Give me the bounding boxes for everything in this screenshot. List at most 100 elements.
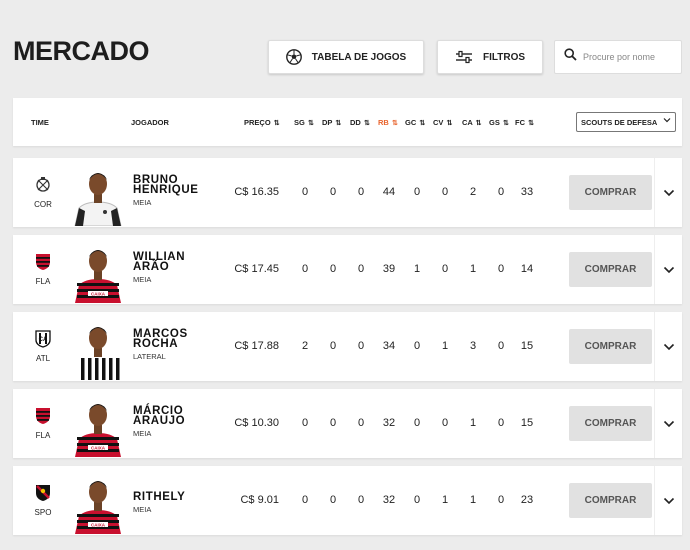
comprar-button[interactable]: COMPRAR	[569, 483, 652, 518]
currency-symbol: C$	[234, 417, 249, 429]
col-rb[interactable]: RB ⇅	[378, 118, 398, 127]
col-gc[interactable]: GC ⇅	[405, 118, 425, 127]
col-dd-label: DD	[350, 118, 361, 127]
team-abbreviation: FLA	[35, 431, 51, 440]
expand-row-button[interactable]	[654, 235, 682, 304]
player-name[interactable]: RITHELY	[133, 491, 185, 503]
stat-ca: 1	[469, 417, 477, 429]
stat-ca: 1	[469, 494, 477, 506]
player-name-line: ARÃO	[133, 261, 170, 273]
scouts-select[interactable]: SCOUTS DE DEFESA	[576, 112, 676, 132]
stat-gc: 0	[413, 417, 421, 429]
comprar-button[interactable]: COMPRAR	[569, 252, 652, 287]
player-price: C$ 10.30	[209, 417, 279, 429]
svg-text:CAIXA: CAIXA	[91, 523, 106, 528]
stat-rb: 44	[382, 186, 396, 198]
stat-cv: 0	[441, 186, 449, 198]
expand-row-button[interactable]	[654, 466, 682, 535]
col-dp[interactable]: DP ⇅	[322, 118, 341, 127]
stat-cv: 1	[441, 340, 449, 352]
stat-rb: 34	[382, 340, 396, 352]
scouts-select-value: SCOUTS DE DEFESA	[581, 117, 658, 127]
player-price: C$ 9.01	[209, 494, 279, 506]
stat-fc: 15	[520, 417, 534, 429]
stat-rb: 32	[382, 417, 396, 429]
col-cv-label: CV	[433, 118, 444, 127]
col-gs-label: GS	[489, 118, 500, 127]
stat-gc: 0	[413, 494, 421, 506]
flamengo-crest-icon	[35, 407, 51, 425]
stat-gc: 0	[413, 340, 421, 352]
player-name-line: HENRIQUE	[133, 184, 199, 196]
col-gs[interactable]: GS ⇅	[489, 118, 509, 127]
stat-cv: 1	[441, 494, 449, 506]
stat-dd: 0	[357, 186, 365, 198]
chevron-down-icon	[663, 492, 675, 510]
svg-text:CAIXA: CAIXA	[91, 446, 106, 451]
col-preco[interactable]: PREÇO ⇅	[244, 118, 280, 127]
col-ca[interactable]: CA ⇅	[462, 118, 482, 127]
player-name[interactable]: BRUNO HENRIQUE	[133, 174, 199, 196]
table-row: FLA CAIXA WILLIAN ARÃO MEIA C$ 17.45 0 0 0 39 1 0 1 0…	[13, 235, 682, 304]
player-name[interactable]: WILLIAN ARÃO	[133, 251, 185, 273]
sliders-icon	[455, 50, 473, 64]
comprar-button[interactable]: COMPRAR	[569, 406, 652, 441]
table-header: TIME JOGADOR PREÇO ⇅ SG ⇅ DP ⇅ DD ⇅ RB ⇅ GC …	[13, 98, 682, 146]
player-name[interactable]: MÁRCIO ARAUJO	[133, 405, 185, 427]
col-fc[interactable]: FC ⇅	[515, 118, 534, 127]
col-sg[interactable]: SG ⇅	[294, 118, 314, 127]
table-row: COR BRUNO HENRIQUE MEIA C$ 16.35 0 0 0 44 0 0 2 0 33 C…	[13, 158, 682, 227]
expand-row-button[interactable]	[654, 158, 682, 227]
search-input[interactable]	[583, 52, 678, 62]
tabela-de-jogos-button[interactable]: TABELA DE JOGOS	[268, 40, 424, 74]
stat-sg: 0	[301, 417, 309, 429]
comprar-button[interactable]: COMPRAR	[569, 329, 652, 364]
stat-ca: 3	[469, 340, 477, 352]
team-abbreviation: FLA	[35, 277, 51, 286]
stat-gc: 1	[413, 263, 421, 275]
player-avatar	[69, 164, 127, 227]
player-avatar: CAIXA	[69, 241, 127, 303]
stat-cv: 0	[441, 263, 449, 275]
stat-sg: 0	[301, 186, 309, 198]
stat-fc: 14	[520, 263, 534, 275]
table-row: CA ATL MARCOS ROCHA LATERAL C$ 17.88 2 0 0 34 0 1 3 0…	[13, 312, 682, 381]
svg-text:CA: CA	[39, 337, 48, 343]
currency-symbol: C$	[234, 186, 249, 198]
price-value: 9.01	[257, 494, 279, 506]
col-fc-label: FC	[515, 118, 525, 127]
player-position: MEIA	[133, 429, 152, 438]
col-dd[interactable]: DD ⇅	[350, 118, 370, 127]
player-position: MEIA	[133, 505, 152, 514]
comprar-button[interactable]: COMPRAR	[569, 175, 652, 210]
expand-row-button[interactable]	[654, 389, 682, 458]
stat-gs: 0	[497, 263, 505, 275]
price-value: 16.35	[251, 186, 279, 198]
col-cv[interactable]: CV ⇅	[433, 118, 452, 127]
filtros-button[interactable]: FILTROS	[437, 40, 543, 74]
player-position: LATERAL	[133, 352, 166, 361]
stat-rb: 39	[382, 263, 396, 275]
stat-ca: 1	[469, 263, 477, 275]
player-avatar	[69, 318, 127, 380]
price-value: 10.30	[251, 417, 279, 429]
player-name-line: ROCHA	[133, 338, 179, 350]
stat-dd: 0	[357, 340, 365, 352]
search-box	[554, 40, 682, 74]
player-price: C$ 16.35	[209, 186, 279, 198]
stat-dp: 0	[329, 340, 337, 352]
chevron-down-icon	[663, 261, 675, 279]
stat-fc: 23	[520, 494, 534, 506]
sort-icon: ⇅	[307, 120, 314, 127]
price-value: 17.88	[251, 340, 279, 352]
col-gc-label: GC	[405, 118, 417, 127]
player-position: MEIA	[133, 275, 152, 284]
expand-row-button[interactable]	[654, 312, 682, 381]
chevron-down-icon	[663, 116, 671, 126]
stat-dd: 0	[357, 263, 365, 275]
player-price: C$ 17.45	[209, 263, 279, 275]
player-name[interactable]: MARCOS ROCHA	[133, 328, 188, 350]
currency-symbol: C$	[234, 263, 249, 275]
stat-gs: 0	[497, 186, 505, 198]
sort-icon: ⇅	[475, 120, 482, 127]
